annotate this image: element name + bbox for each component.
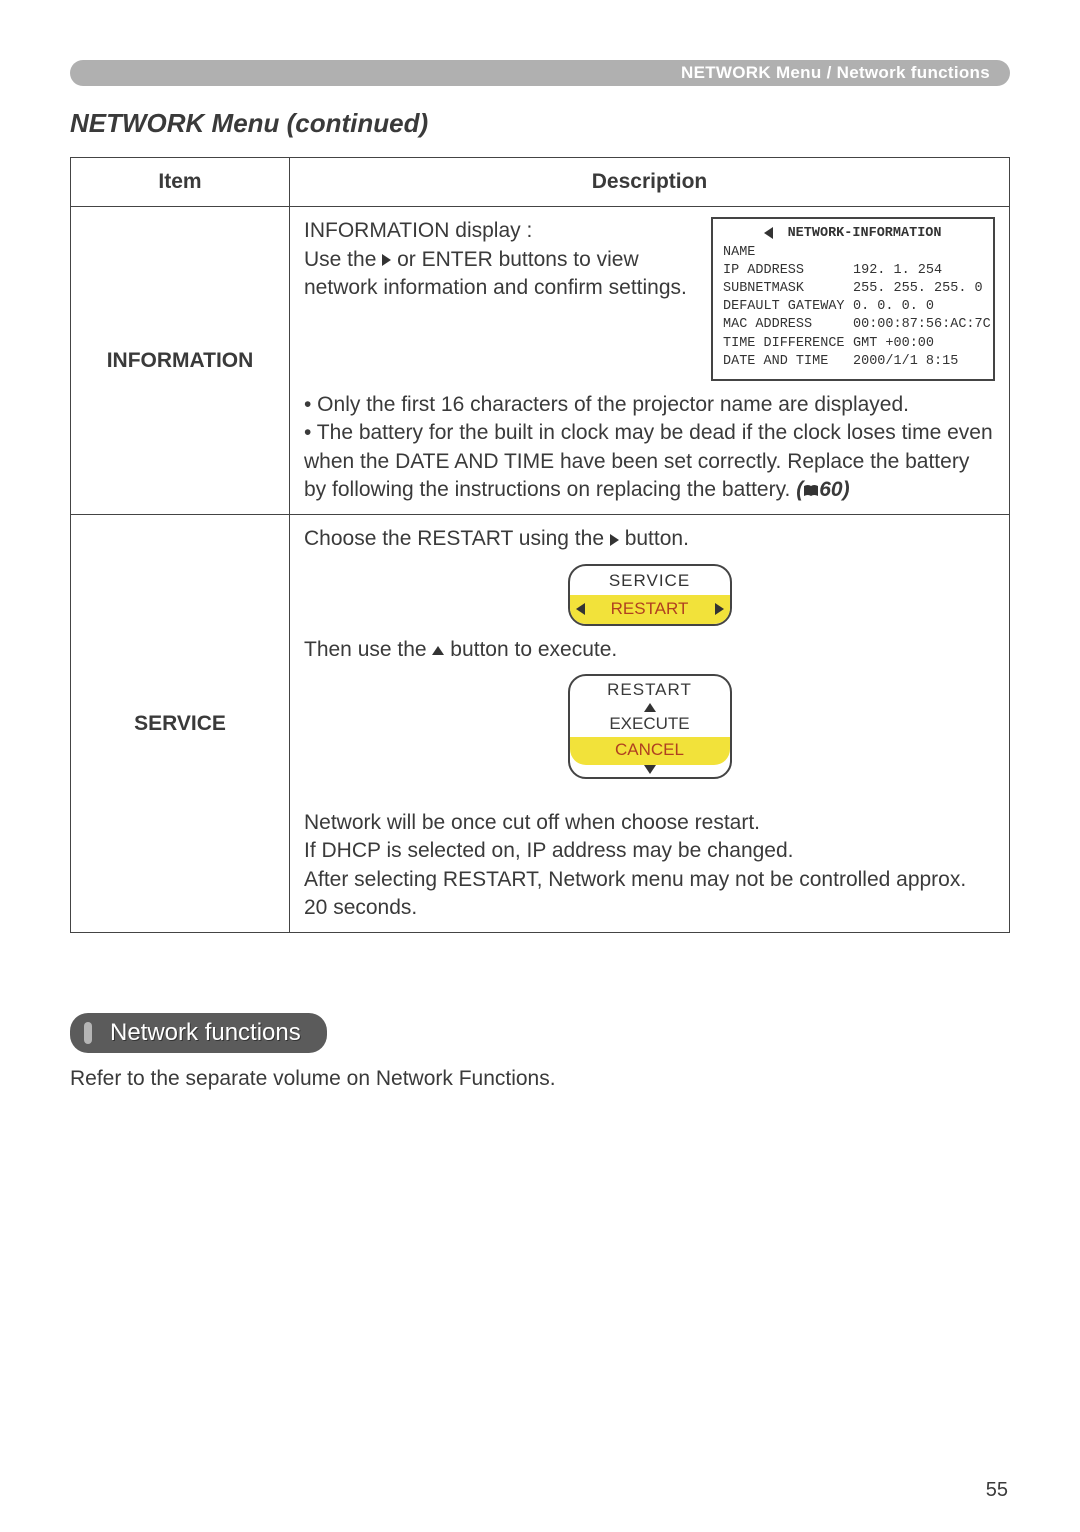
information-lead-1b: or ENTER buttons to view xyxy=(397,248,639,271)
information-lead-title: INFORMATION display : xyxy=(304,217,697,245)
menu-table: Item Description INFORMATION INFORMATION… xyxy=(70,157,1010,933)
down-triangle-icon xyxy=(644,765,656,774)
panel-key: TIME DIFFERENCE xyxy=(723,335,853,353)
osd2-execute: EXECUTE xyxy=(570,712,730,737)
left-triangle-icon xyxy=(764,227,773,239)
osd-caption: SERVICE xyxy=(570,566,730,595)
osd-service-menu: SERVICE RESTART xyxy=(568,564,732,626)
network-functions-note: Refer to the separate volume on Network … xyxy=(70,1067,1010,1091)
network-information-panel: NETWORK-INFORMATION NAME IP ADDRESS192. … xyxy=(711,217,995,381)
osd2-cancel: CANCEL xyxy=(570,737,730,765)
table-row: INFORMATION INFORMATION display : Use th… xyxy=(71,207,1010,515)
right-triangle-icon xyxy=(610,534,619,546)
information-bullet-2: • The battery for the built in clock may… xyxy=(304,421,993,501)
information-lead-1a: Use the xyxy=(304,248,382,271)
service-tail-1: Network will be once cut off when choose… xyxy=(304,809,995,837)
service-line1b: button. xyxy=(625,527,689,550)
osd-restart-dialog: RESTART EXECUTE CANCEL xyxy=(568,674,732,779)
panel-val: 2000/1/1 8:15 xyxy=(853,353,958,371)
service-tail-3: After selecting RESTART, Network menu ma… xyxy=(304,866,995,923)
service-line2a: Then use the xyxy=(304,638,432,661)
right-triangle-icon xyxy=(715,603,724,615)
service-line2b: button to execute. xyxy=(450,638,617,661)
table-row: SERVICE Choose the RESTART using the but… xyxy=(71,515,1010,933)
panel-key: SUBNETMASK xyxy=(723,280,853,298)
col-desc: Description xyxy=(290,158,1010,207)
row-item-service: SERVICE xyxy=(71,515,290,933)
row-item-information: INFORMATION xyxy=(71,207,290,515)
row-desc-service: Choose the RESTART using the button. SER… xyxy=(290,515,1010,933)
section-pill-network-functions: Network functions xyxy=(70,1013,327,1053)
panel-key: IP ADDRESS xyxy=(723,262,853,280)
osd-selected-row: RESTART xyxy=(570,595,730,624)
page-reference: (60) xyxy=(796,478,849,501)
right-triangle-icon xyxy=(382,254,391,266)
left-triangle-icon xyxy=(576,603,585,615)
panel-val: 255. 255. 255. 0 xyxy=(853,280,983,298)
page-number: 55 xyxy=(986,1479,1008,1502)
section-title: NETWORK Menu (continued) xyxy=(70,108,1010,139)
service-tail-2: If DHCP is selected on, IP address may b… xyxy=(304,837,995,865)
panel-key: MAC ADDRESS xyxy=(723,316,853,334)
panel-val: 192. 1. 254 xyxy=(853,262,942,280)
service-line1a: Choose the RESTART using the xyxy=(304,527,610,550)
panel-key: NAME xyxy=(723,244,853,262)
information-lead-2: network information and confirm settings… xyxy=(304,274,697,302)
information-bullet-1: • Only the first 16 characters of the pr… xyxy=(304,391,995,419)
panel-key: DEFAULT GATEWAY xyxy=(723,298,853,316)
row-desc-information: INFORMATION display : Use the or ENTER b… xyxy=(290,207,1010,515)
up-triangle-icon xyxy=(432,646,444,655)
osd2-header: RESTART xyxy=(570,676,730,703)
panel-key: DATE AND TIME xyxy=(723,353,853,371)
osd-selected-label: RESTART xyxy=(611,598,689,621)
col-item: Item xyxy=(71,158,290,207)
page-reference-number: 60 xyxy=(819,478,842,501)
panel-title: NETWORK-INFORMATION xyxy=(788,226,942,241)
book-icon xyxy=(803,484,819,498)
up-triangle-icon xyxy=(644,703,656,712)
header-breadcrumb-bar: NETWORK Menu / Network functions xyxy=(70,60,1010,86)
panel-val: GMT +00:00 xyxy=(853,335,934,353)
panel-val: 00:00:87:56:AC:7C xyxy=(853,316,991,334)
breadcrumb: NETWORK Menu / Network functions xyxy=(681,63,990,83)
panel-val: 0. 0. 0. 0 xyxy=(853,298,934,316)
